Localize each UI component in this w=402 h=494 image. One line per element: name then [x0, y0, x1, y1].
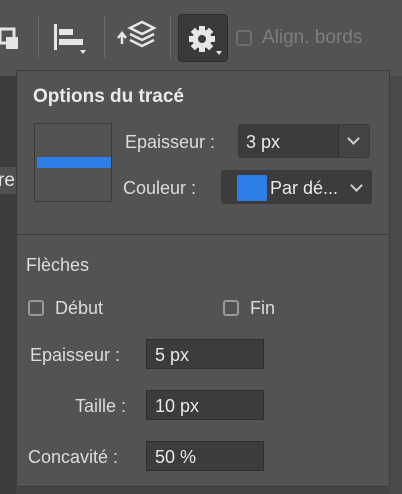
arrow-start-label: Début	[55, 298, 104, 318]
arrow-size-input[interactable]: 10 px	[146, 390, 264, 420]
stroke-preview-line	[37, 157, 111, 168]
background-panel-left: re	[0, 76, 16, 494]
arrow-size-label: Taille :	[75, 396, 127, 416]
arrow-end-checkbox[interactable]	[223, 300, 239, 316]
background-tab-fragment: re	[0, 167, 16, 194]
toolbar-separator	[104, 16, 105, 58]
arrow-weight-value: 5 px	[155, 345, 190, 365]
chevron-down-icon	[350, 179, 363, 192]
arrow-weight-label: Epaisseur :	[30, 345, 121, 365]
arrow-start-checkbox[interactable]	[28, 300, 44, 316]
color-label: Couleur :	[123, 178, 197, 198]
panel-title: Options du tracé	[33, 86, 184, 107]
toolbar-separator	[170, 16, 171, 58]
weight-combobox[interactable]: 3 px	[238, 124, 370, 158]
color-swatch[interactable]	[237, 175, 267, 201]
chevron-down-icon	[347, 132, 360, 145]
stroke-preview[interactable]	[34, 123, 112, 202]
weight-label: Epaisseur :	[125, 132, 216, 152]
weight-dropdown-button[interactable]	[338, 125, 369, 157]
align-left-icon[interactable]	[52, 24, 88, 61]
settings-button[interactable]	[178, 14, 228, 62]
gear-icon	[189, 26, 222, 55]
color-value: Par dé...	[270, 178, 339, 198]
layer-stack-arrange-icon[interactable]	[116, 20, 160, 61]
arrow-concavity-value: 50 %	[155, 447, 197, 467]
arrow-end-label: Fin	[250, 298, 276, 318]
weight-value: 3 px	[246, 132, 281, 152]
align-edges-label: Align. bords	[262, 27, 363, 48]
align-edges-checkbox[interactable]	[236, 30, 252, 46]
arrow-size-value: 10 px	[155, 396, 200, 416]
section-divider	[16, 234, 390, 235]
toolbar-separator	[38, 16, 39, 58]
transform-icon[interactable]	[0, 25, 22, 58]
arrow-concavity-label: Concavité :	[28, 447, 119, 467]
arrow-concavity-input[interactable]: 50 %	[146, 441, 264, 471]
arrow-weight-input[interactable]: 5 px	[146, 339, 264, 369]
background-panel-right	[390, 76, 402, 494]
arrows-section-label: Flèches	[26, 255, 90, 275]
